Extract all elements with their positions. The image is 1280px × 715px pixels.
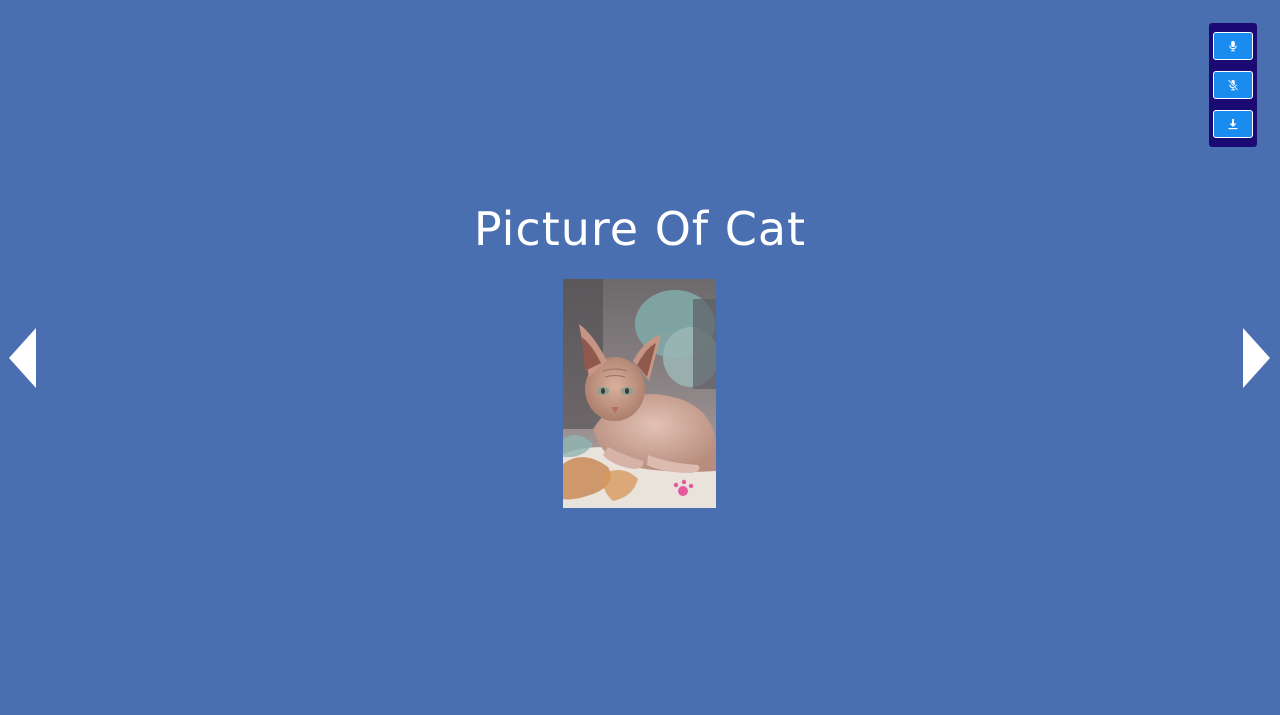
microphone-off-icon <box>1227 79 1239 91</box>
previous-slide-button[interactable] <box>9 328 37 388</box>
mute-button[interactable] <box>1213 71 1253 99</box>
next-slide-button[interactable] <box>1242 328 1270 388</box>
record-button[interactable] <box>1213 32 1253 60</box>
download-icon <box>1227 118 1239 130</box>
microphone-icon <box>1227 40 1239 52</box>
audio-control-panel <box>1209 23 1257 147</box>
slide-title: Picture Of Cat <box>473 202 807 256</box>
arrow-left-icon <box>9 328 37 388</box>
cat-photo <box>563 279 716 508</box>
download-button[interactable] <box>1213 110 1253 138</box>
arrow-right-icon <box>1242 328 1270 388</box>
